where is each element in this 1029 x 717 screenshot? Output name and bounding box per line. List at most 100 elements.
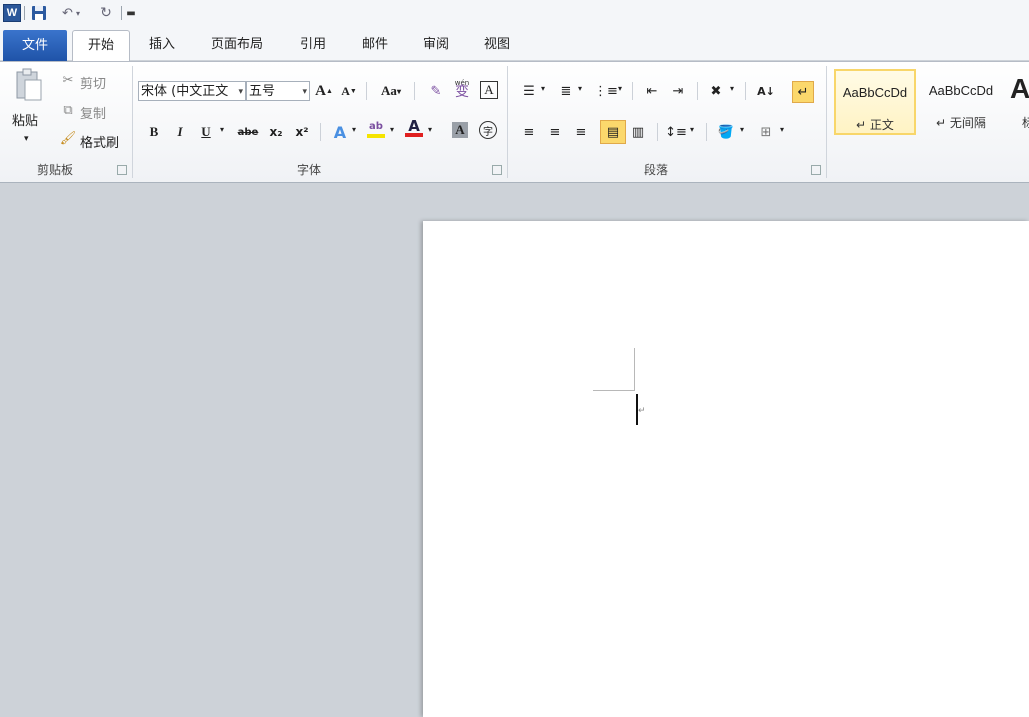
- underline-dropdown-icon[interactable]: ▾: [220, 125, 224, 134]
- style-name: ↵ 正文: [856, 118, 894, 132]
- undo-icon[interactable]: ↶ ▾: [56, 4, 86, 22]
- separator: [697, 82, 698, 100]
- style-name: 标: [1022, 116, 1029, 130]
- separator: [366, 82, 367, 100]
- shading-dropdown-icon[interactable]: ▾: [740, 125, 744, 134]
- margin-corner-mark: [593, 390, 635, 391]
- font-size-combo[interactable]: 五号 ▾: [246, 81, 310, 101]
- clear-formatting-icon[interactable]: ✎: [426, 81, 446, 101]
- tab-home[interactable]: 开始: [72, 30, 130, 62]
- tab-page-layout[interactable]: 页面布局: [200, 30, 274, 60]
- borders-icon[interactable]: ⊞: [756, 122, 776, 142]
- format-painter-icon[interactable]: 🖌: [58, 128, 78, 148]
- enclose-characters-icon[interactable]: 字: [479, 121, 497, 139]
- line-spacing-dropdown-icon[interactable]: ▾: [690, 125, 694, 134]
- show-formatting-marks-icon[interactable]: ↵: [792, 81, 814, 103]
- multilevel-list-icon[interactable]: ⋮≡: [594, 81, 618, 101]
- style-card-heading[interactable]: A 标: [1004, 69, 1029, 135]
- quick-access-toolbar: [0, 0, 1029, 26]
- justify-icon[interactable]: ▤: [600, 120, 626, 144]
- paste-icon[interactable]: [14, 68, 44, 102]
- tab-insert[interactable]: 插入: [138, 30, 186, 60]
- group-label-font: 字体: [296, 163, 321, 177]
- group-label-paragraph: 段落: [643, 163, 668, 177]
- numbering-icon[interactable]: ≣: [556, 81, 576, 101]
- separator: [632, 82, 633, 100]
- character-shading-icon[interactable]: A: [452, 122, 468, 138]
- sort-icon[interactable]: A↓: [756, 81, 776, 101]
- copy-icon[interactable]: ⧉: [58, 100, 78, 120]
- redo-icon[interactable]: ↻: [97, 4, 115, 22]
- decrease-indent-icon[interactable]: ⇤: [642, 81, 662, 101]
- align-left-icon[interactable]: ≡: [519, 122, 539, 142]
- character-border-icon[interactable]: A: [480, 81, 498, 99]
- word-logo-icon[interactable]: W: [3, 4, 21, 22]
- highlight-color-bar: [367, 134, 385, 138]
- chinese-layout-icon[interactable]: ✖: [706, 81, 726, 101]
- undo-dropdown-icon[interactable]: ▾: [76, 9, 80, 18]
- ribbon: 粘贴 ▾ ✂ 剪切 ⧉ 复制 🖌 格式刷 剪贴板 宋体 (中文正文 ▾ 五号 ▾…: [0, 61, 1029, 183]
- phonetic-guide-icon[interactable]: wén 变: [452, 78, 472, 99]
- tab-view[interactable]: 视图: [474, 30, 520, 60]
- margin-corner-mark: [634, 348, 635, 390]
- style-card-normal[interactable]: AaBbCcDd ↵ 正文: [834, 69, 916, 135]
- chinese-layout-dropdown-icon[interactable]: ▾: [730, 84, 734, 93]
- font-color-icon[interactable]: A: [404, 118, 424, 138]
- style-sample: AaBbCcDd: [928, 83, 994, 98]
- tab-mailings[interactable]: 邮件: [352, 30, 398, 60]
- borders-dropdown-icon[interactable]: ▾: [780, 125, 784, 134]
- paste-dropdown-icon[interactable]: ▾: [24, 134, 29, 144]
- increase-indent-icon[interactable]: ⇥: [668, 81, 688, 101]
- bullets-dropdown-icon[interactable]: ▾: [541, 84, 545, 93]
- underline-icon[interactable]: U: [196, 122, 216, 142]
- line-spacing-icon[interactable]: ↕≡: [665, 122, 687, 142]
- tab-references[interactable]: 引用: [290, 30, 336, 60]
- clipboard-launcher-icon[interactable]: [117, 165, 127, 175]
- separator: [320, 123, 321, 141]
- paste-button-label[interactable]: 粘贴: [12, 110, 38, 129]
- subscript-icon[interactable]: x₂: [266, 122, 286, 142]
- shrink-font-icon[interactable]: A ▼: [339, 81, 359, 101]
- align-right-icon[interactable]: ≡: [571, 122, 591, 142]
- text-effects-icon[interactable]: A: [330, 122, 350, 142]
- qat-separator: [24, 6, 25, 20]
- superscript-icon[interactable]: x²: [292, 122, 312, 142]
- text-effects-dropdown-icon[interactable]: ▾: [352, 125, 356, 134]
- grow-font-icon[interactable]: A ▲: [314, 81, 334, 101]
- font-name-combo[interactable]: 宋体 (中文正文 ▾: [138, 81, 246, 101]
- customize-qat-icon[interactable]: ▬: [124, 4, 138, 22]
- highlight-dropdown-icon[interactable]: ▾: [390, 125, 394, 134]
- numbering-dropdown-icon[interactable]: ▾: [578, 84, 582, 93]
- cut-icon[interactable]: ✂: [58, 70, 78, 90]
- distributed-icon[interactable]: ▥: [628, 122, 648, 142]
- separator: [414, 82, 415, 100]
- document-page[interactable]: [423, 221, 1029, 717]
- font-name-value: 宋体 (中文正文: [141, 84, 229, 99]
- tab-file[interactable]: 文件: [3, 30, 67, 61]
- qat-separator: [121, 6, 122, 20]
- style-sample: AaBbCcDd: [842, 85, 908, 100]
- group-separator: [826, 66, 827, 178]
- align-center-icon[interactable]: ≡: [545, 122, 565, 142]
- paragraph-mark-icon: ↵: [638, 406, 646, 416]
- style-sample: A: [1010, 73, 1029, 104]
- multilevel-dropdown-icon[interactable]: ▾: [618, 84, 622, 93]
- bullets-icon[interactable]: ☰: [519, 81, 539, 101]
- change-case-icon[interactable]: Aa ▾: [376, 81, 406, 101]
- italic-icon[interactable]: I: [170, 122, 190, 142]
- paragraph-launcher-icon[interactable]: [811, 165, 821, 175]
- strikethrough-icon[interactable]: abe: [236, 122, 260, 142]
- font-size-value: 五号: [249, 84, 276, 99]
- format-painter-button[interactable]: 格式刷: [80, 132, 119, 151]
- style-card-no-spacing[interactable]: AaBbCcDd ↵ 无间隔: [920, 69, 1002, 135]
- font-color-dropdown-icon[interactable]: ▾: [428, 125, 432, 134]
- style-name: ↵ 无间隔: [936, 116, 986, 130]
- tab-review[interactable]: 审阅: [413, 30, 459, 60]
- shading-icon[interactable]: 🪣: [716, 122, 736, 142]
- highlight-icon[interactable]: ab: [366, 120, 386, 140]
- bold-icon[interactable]: B: [144, 122, 164, 142]
- copy-button[interactable]: 复制: [80, 103, 106, 122]
- cut-button[interactable]: 剪切: [80, 73, 106, 92]
- font-launcher-icon[interactable]: [492, 165, 502, 175]
- save-icon[interactable]: [30, 4, 48, 22]
